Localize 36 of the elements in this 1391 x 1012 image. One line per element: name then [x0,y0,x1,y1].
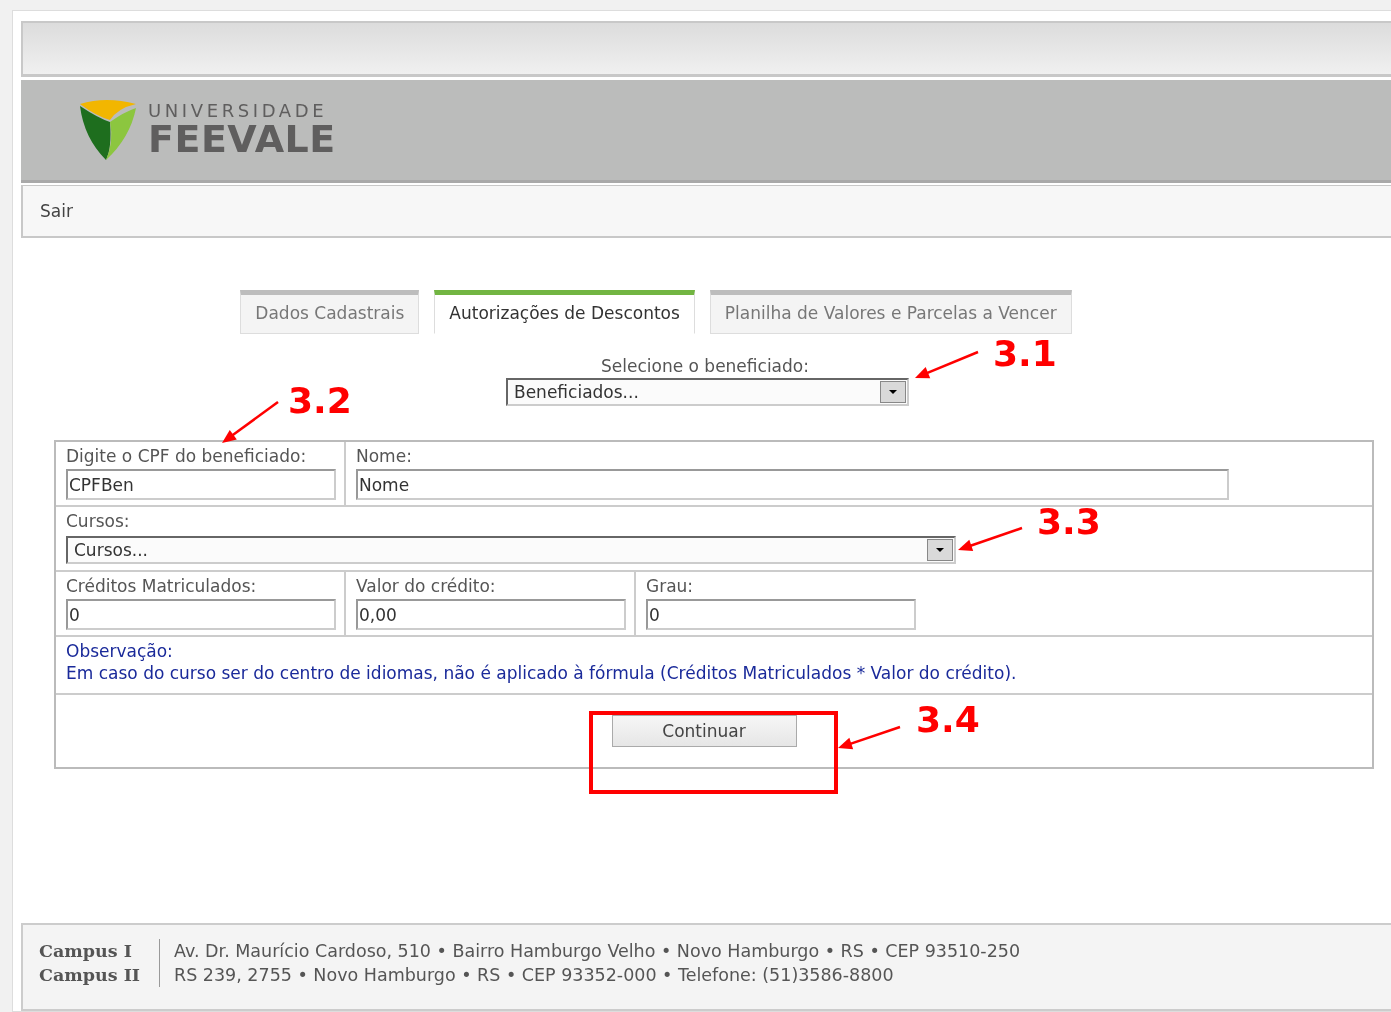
tab[interactable]: Planilha de Valores e Parcelas a Vencer [709,290,1072,334]
name-field[interactable]: Nome [356,469,1229,500]
field-label: Créditos Matriculados: [66,576,258,596]
annotation-arrow [958,526,1023,552]
campus-address: RS 239, 2755 • Novo Hamburgo • RS • CEP 93352-000 • Telefone: (51)3586-8800 [174,964,894,987]
note-text: Em caso do curso ser do centro de idiomas, não é aplicado à fórmula (Créditos Matriculados * Valor do crédito). [66,663,1017,683]
logout-link[interactable]: Sair [40,201,73,221]
credits-field[interactable]: 0 [66,599,336,630]
note-title: Observação: [66,641,174,661]
continue-button[interactable]: Continuar [611,715,797,747]
credit-value-field[interactable]: 0,00 [356,599,626,630]
annotation-arrow [915,350,979,379]
field-label: Valor do crédito: [356,576,497,596]
campus-name: Campus I [39,939,160,963]
field-label: Cursos: [66,511,131,531]
campus-name: Campus II [39,963,160,987]
courses-dropdown[interactable]: Cursos... [66,536,956,564]
grade-field[interactable]: 0 [646,599,916,630]
field-label: Grau: [646,576,695,596]
tab[interactable]: Autorizações de Descontos [434,290,695,334]
tab[interactable]: Dados Cadastrais [240,290,420,334]
field-label: Digite o CPF do beneficiado: [66,446,308,466]
cpf-field[interactable]: CPFBen [66,469,336,500]
annotation-arrow [838,725,901,750]
beneficiary-dropdown[interactable]: Beneficiados... [506,378,909,406]
annotation-number: 3.4 [916,702,980,738]
campus-address: Av. Dr. Maurício Cardoso, 510 • Bairro Hamburgo Velho • Novo Hamburgo • RS • CEP 93510-250 [174,940,1021,963]
logo-name: FEEVALE [148,120,336,158]
field-label: Nome: [356,446,413,466]
annotation-number: 3.1 [993,336,1057,372]
annotation-arrow [222,401,279,443]
logo-subtitle: UNIVERSIDADE [148,102,329,120]
field-label: Selecione o beneficiado: [601,356,809,376]
shield-logo-icon [78,98,138,162]
annotation-number: 3.2 [288,383,352,419]
annotation-number: 3.3 [1037,504,1101,540]
